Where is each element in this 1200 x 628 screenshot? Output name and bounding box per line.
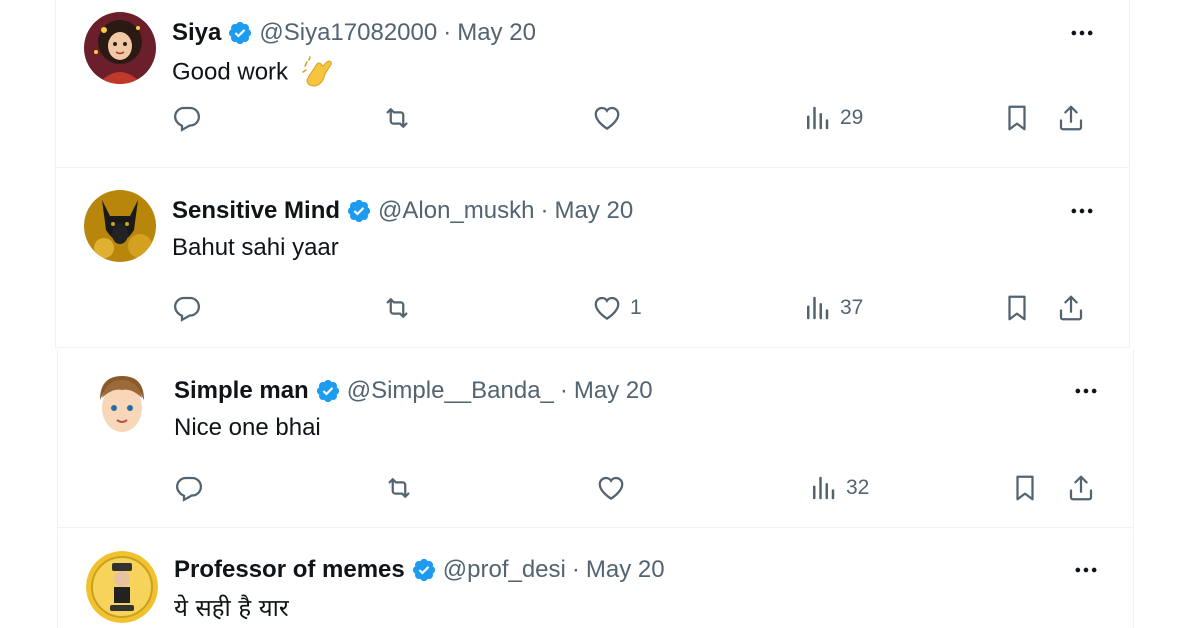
views-count: 37	[840, 296, 864, 319]
heart-icon	[594, 106, 620, 130]
separator-dot: ·	[443, 19, 452, 46]
user-name[interactable]: Professor of memes	[174, 556, 405, 584]
retweet-icon	[386, 108, 408, 128]
bookmark-button[interactable]	[1002, 290, 1032, 326]
tweet-reply[interactable]: Sensitive Mind @Alon_muskh · May 20 Bahu…	[55, 168, 1130, 348]
verified-badge-icon	[411, 557, 437, 583]
tweet-header: Simple man @Simple__Banda_ · May 20	[174, 374, 653, 408]
avatar[interactable]	[84, 190, 156, 262]
more-options-icon[interactable]	[1065, 196, 1099, 226]
tweet-reply[interactable]: Siya @Siya17082000 · May 20 Good work 29	[55, 0, 1130, 168]
user-handle[interactable]: @Siya17082000	[259, 19, 437, 47]
views-chart-icon	[807, 296, 829, 320]
tweet-date[interactable]: May 20	[586, 556, 665, 584]
more-options-icon[interactable]	[1069, 376, 1103, 406]
bookmark-button[interactable]	[1010, 470, 1040, 506]
views-count: 32	[846, 476, 870, 499]
views-chart-icon	[813, 476, 835, 500]
share-icon	[1059, 105, 1083, 131]
like-count: 1	[630, 296, 642, 319]
views-chart-icon	[807, 106, 829, 130]
reply-icon	[173, 296, 201, 322]
tweet-text-content: ये सही है यार	[174, 594, 289, 622]
separator-dot: ·	[559, 377, 568, 404]
separator-dot: ·	[540, 197, 549, 224]
tweet-date[interactable]: May 20	[457, 19, 536, 47]
clapping-hands-emoji-icon	[301, 56, 335, 90]
reply-button[interactable]	[172, 100, 202, 136]
verified-badge-icon	[227, 20, 253, 46]
tweet-reply[interactable]: Simple man @Simple__Banda_ · May 20 Nice…	[57, 350, 1134, 528]
reply-button[interactable]	[174, 470, 204, 506]
bookmark-icon	[1016, 475, 1034, 501]
tweet-header: Siya @Siya17082000 · May 20	[172, 16, 536, 50]
user-handle[interactable]: @Simple__Banda_	[347, 377, 554, 405]
tweet-text-content: Nice one bhai	[174, 414, 321, 441]
like-button[interactable]: 1	[592, 290, 642, 326]
tweet-date[interactable]: May 20	[554, 197, 633, 225]
user-name[interactable]: Siya	[172, 19, 221, 47]
user-handle[interactable]: @prof_desi	[443, 556, 566, 584]
share-icon	[1059, 295, 1083, 321]
tweet-text: ये सही है यार	[174, 591, 289, 624]
tweet-text: Nice one bhai	[174, 414, 321, 442]
retweet-icon	[386, 298, 408, 318]
avatar[interactable]	[86, 370, 158, 442]
retweet-button[interactable]	[382, 100, 412, 136]
user-name[interactable]: Simple man	[174, 377, 309, 405]
reply-button[interactable]	[172, 290, 202, 326]
tweet-reply[interactable]: Professor of memes @prof_desi · May 20 य…	[57, 529, 1134, 628]
views-button[interactable]: 29	[802, 100, 863, 136]
heart-icon	[598, 476, 624, 500]
avatar[interactable]	[84, 12, 156, 84]
retweet-button[interactable]	[382, 290, 412, 326]
reply-icon	[175, 476, 203, 502]
verified-badge-icon	[315, 378, 341, 404]
share-icon	[1069, 475, 1093, 501]
retweet-button[interactable]	[384, 470, 414, 506]
tweet-header: Sensitive Mind @Alon_muskh · May 20	[172, 194, 633, 228]
bookmark-icon	[1008, 295, 1026, 321]
more-options-icon[interactable]	[1065, 18, 1099, 48]
retweet-icon	[388, 478, 410, 498]
tweet-date[interactable]: May 20	[574, 377, 653, 405]
views-button[interactable]: 32	[808, 470, 869, 506]
views-count: 29	[840, 106, 864, 129]
verified-badge-icon	[346, 198, 372, 224]
tweet-actions: 29	[172, 100, 1112, 136]
reply-icon	[173, 106, 201, 132]
like-button[interactable]	[596, 470, 634, 506]
share-button[interactable]	[1066, 470, 1096, 506]
heart-icon	[594, 296, 620, 320]
tweet-header: Professor of memes @prof_desi · May 20	[174, 553, 665, 587]
bookmark-icon	[1008, 105, 1026, 131]
avatar[interactable]	[86, 551, 158, 623]
tweet-text: Good work	[172, 56, 335, 90]
tweet-text-content: Bahut sahi yaar	[172, 234, 339, 261]
views-button[interactable]: 37	[802, 290, 863, 326]
tweet-actions: 1 37	[172, 290, 1112, 326]
tweet-text-content: Good work	[172, 58, 289, 86]
share-button[interactable]	[1056, 100, 1086, 136]
more-options-icon[interactable]	[1069, 555, 1103, 585]
share-button[interactable]	[1056, 290, 1086, 326]
user-handle[interactable]: @Alon_muskh	[378, 197, 534, 225]
bookmark-button[interactable]	[1002, 100, 1032, 136]
like-button[interactable]	[592, 100, 630, 136]
tweet-actions: 32	[174, 470, 1114, 506]
separator-dot: ·	[571, 556, 580, 583]
tweet-text: Bahut sahi yaar	[172, 234, 339, 262]
user-name[interactable]: Sensitive Mind	[172, 197, 340, 225]
